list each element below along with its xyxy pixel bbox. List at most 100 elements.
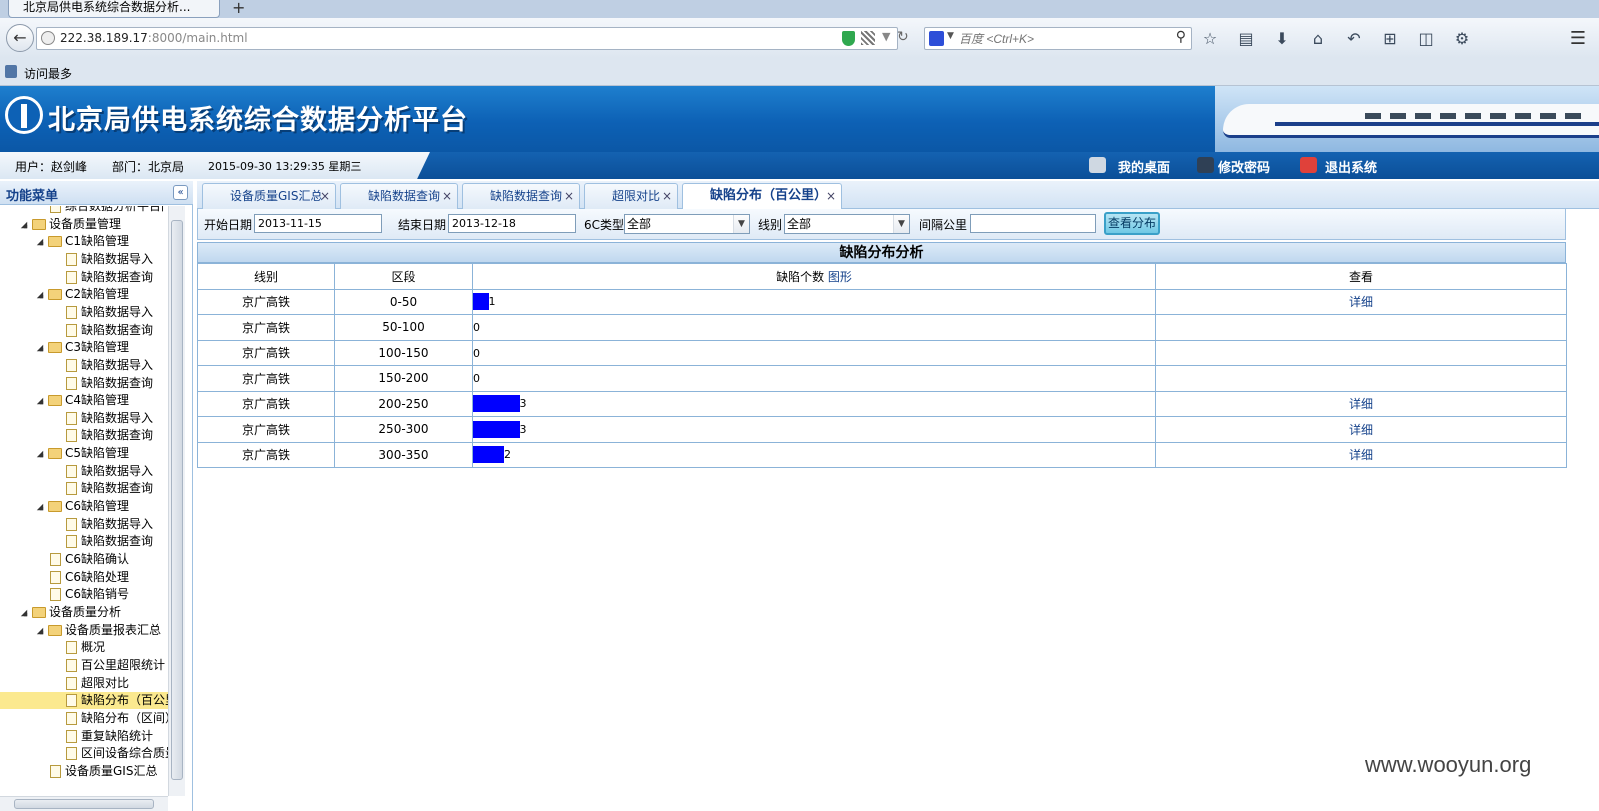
- horizontal-scrollbar[interactable]: [0, 796, 168, 811]
- scrollbar-thumb[interactable]: [14, 799, 154, 809]
- menu-item[interactable]: 缺陷数据导入: [52, 410, 168, 427]
- search-icon[interactable]: ⚲: [1176, 29, 1186, 45]
- search-bar[interactable]: ▼ ⚲: [924, 27, 1192, 50]
- my-desktop-link[interactable]: 我的桌面: [1118, 157, 1170, 176]
- expand-arrow-icon[interactable]: [36, 239, 44, 246]
- menu-item[interactable]: 缺陷数据查询: [52, 427, 168, 444]
- menu-item[interactable]: 概况: [52, 639, 168, 656]
- menu-item[interactable]: 设备质量GIS汇总: [36, 763, 168, 780]
- undo-icon[interactable]: ↶: [1344, 29, 1364, 49]
- detail-link[interactable]: 详细: [1349, 295, 1373, 309]
- document-icon: [66, 729, 77, 743]
- menu-folder[interactable]: 设备质量报表汇总: [36, 622, 168, 639]
- shield-icon[interactable]: [842, 31, 855, 46]
- vertical-scrollbar[interactable]: [168, 206, 185, 796]
- menu-folder[interactable]: C4缺陷管理: [36, 392, 168, 409]
- menu-item[interactable]: 区间设备综合质量: [52, 745, 168, 762]
- end-date-input[interactable]: [448, 214, 576, 233]
- menu-folder[interactable]: C3缺陷管理: [36, 339, 168, 356]
- crop-icon[interactable]: ⊞: [1380, 29, 1400, 49]
- star-icon[interactable]: ☆: [1200, 29, 1220, 49]
- chevron-down-icon[interactable]: ▼: [882, 30, 890, 43]
- type-6c-select[interactable]: 全部 ▼: [624, 214, 750, 234]
- reading-list-icon[interactable]: ▤: [1236, 29, 1256, 49]
- content-tab[interactable]: 设备质量GIS汇总 ×: [202, 183, 336, 209]
- menu-folder[interactable]: 设备质量管理: [20, 216, 168, 233]
- menu-item[interactable]: 缺陷数据导入: [52, 251, 168, 268]
- chevron-down-icon[interactable]: ▼: [947, 31, 954, 41]
- menu-item[interactable]: 缺陷分布（百公里）: [0, 692, 168, 710]
- logout-link[interactable]: 退出系统: [1325, 157, 1377, 176]
- menu-item[interactable]: 缺陷数据导入: [52, 357, 168, 374]
- home-icon[interactable]: ⌂: [1308, 29, 1328, 49]
- detail-link[interactable]: 详细: [1349, 397, 1373, 411]
- expand-arrow-icon[interactable]: [20, 609, 28, 617]
- close-icon[interactable]: ×: [320, 184, 330, 208]
- menu-item[interactable]: 缺陷数据查询: [52, 269, 168, 286]
- menu-item[interactable]: 缺陷分布（区间）: [52, 710, 168, 727]
- expand-arrow-icon[interactable]: [36, 397, 44, 405]
- back-icon[interactable]: ←: [6, 24, 34, 52]
- menu-item[interactable]: 缺陷数据查询: [52, 480, 168, 497]
- menu-item[interactable]: 重复缺陷统计: [52, 728, 168, 745]
- menu-item[interactable]: 缺陷数据导入: [52, 516, 168, 533]
- count-cell: 3: [472, 416, 1156, 443]
- menu-item[interactable]: 超限对比: [52, 675, 168, 692]
- close-icon[interactable]: ×: [564, 184, 574, 208]
- address-bar[interactable]: 222.38.189.17:8000/main.html ▼ ↻: [36, 27, 909, 50]
- menu-item[interactable]: 综合数据分析平台门户: [36, 206, 168, 215]
- menu-item[interactable]: 缺陷数据导入: [52, 463, 168, 480]
- bookmark-most-visited[interactable]: 访问最多: [24, 65, 72, 82]
- menu-folder[interactable]: 设备质量分析: [20, 604, 168, 621]
- close-icon[interactable]: ×: [826, 184, 836, 208]
- view-distribution-button[interactable]: 查看分布: [1104, 212, 1160, 235]
- menu-item[interactable]: 缺陷数据查询: [52, 375, 168, 392]
- collapse-icon[interactable]: «: [173, 185, 188, 200]
- menu-item[interactable]: 缺陷数据导入: [52, 304, 168, 321]
- expand-arrow-icon[interactable]: [20, 221, 28, 228]
- content-tab[interactable]: 缺陷数据查询 ×: [462, 183, 580, 209]
- detail-link[interactable]: 详细: [1349, 448, 1373, 462]
- close-icon[interactable]: ×: [442, 184, 452, 208]
- hamburger-menu-icon[interactable]: ☰: [1566, 28, 1590, 50]
- start-date-input[interactable]: [254, 214, 382, 233]
- expand-arrow-icon[interactable]: [36, 292, 44, 299]
- qr-code-icon[interactable]: [861, 31, 875, 45]
- reload-icon[interactable]: ↻: [897, 29, 909, 45]
- close-icon[interactable]: ×: [662, 184, 672, 208]
- expand-arrow-icon[interactable]: [36, 344, 44, 352]
- expand-arrow-icon[interactable]: [36, 450, 44, 458]
- line-select[interactable]: 全部 ▼: [784, 214, 910, 234]
- search-input[interactable]: [959, 30, 1159, 47]
- sync-icon[interactable]: ◫: [1416, 29, 1436, 49]
- chevron-down-icon[interactable]: ▼: [733, 215, 749, 233]
- detail-link[interactable]: 详细: [1349, 423, 1373, 437]
- new-tab-icon[interactable]: +: [232, 0, 245, 17]
- folder-icon: [48, 289, 62, 301]
- content-tab[interactable]: 缺陷分布（百公里） ×: [682, 183, 842, 210]
- menu-folder[interactable]: C5缺陷管理: [36, 445, 168, 462]
- expand-arrow-icon[interactable]: [36, 503, 44, 511]
- menu-item-label: 设备质量分析: [49, 604, 122, 619]
- menu-folder[interactable]: C2缺陷管理: [36, 286, 168, 303]
- menu-item[interactable]: C6缺陷处理: [36, 569, 168, 586]
- chart-link[interactable]: 图形: [828, 270, 852, 284]
- browser-tab[interactable]: 北京局供电系统综合数据分析...: [8, 0, 220, 18]
- content-tab[interactable]: 超限对比 ×: [584, 183, 678, 209]
- scrollbar-thumb[interactable]: [171, 220, 183, 780]
- menu-item[interactable]: 百公里超限统计: [52, 657, 168, 674]
- extension-icon[interactable]: ⚙: [1452, 29, 1472, 49]
- download-icon[interactable]: ⬇: [1272, 29, 1292, 49]
- menu-item[interactable]: 缺陷数据查询: [52, 322, 168, 339]
- change-password-link[interactable]: 修改密码: [1218, 157, 1270, 176]
- expand-arrow-icon[interactable]: [36, 627, 44, 634]
- content-tab[interactable]: 缺陷数据查询 ×: [340, 183, 458, 209]
- interval-km-input[interactable]: [970, 214, 1096, 233]
- menu-folder[interactable]: C1缺陷管理: [36, 233, 168, 250]
- menu-item[interactable]: C6缺陷确认: [36, 551, 168, 568]
- menu-folder[interactable]: C6缺陷管理: [36, 498, 168, 515]
- menu-item[interactable]: 缺陷数据查询: [52, 533, 168, 550]
- search-engine-icon[interactable]: [929, 31, 944, 46]
- menu-item[interactable]: C6缺陷销号: [36, 586, 168, 603]
- chevron-down-icon[interactable]: ▼: [893, 215, 909, 233]
